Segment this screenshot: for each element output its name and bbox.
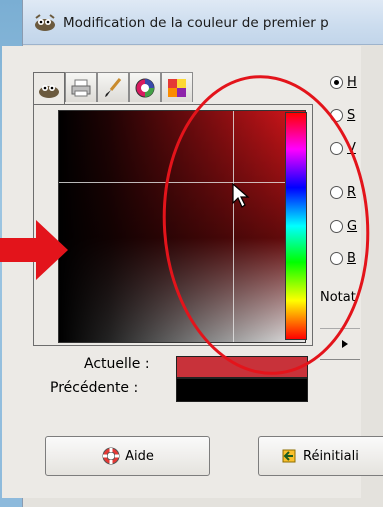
annotation-arrow — [0, 220, 68, 280]
help-button[interactable]: Aide — [45, 436, 210, 476]
previous-color-label: Précédente : — [50, 380, 139, 396]
radio-g[interactable]: G — [330, 216, 357, 236]
radio-button[interactable] — [330, 108, 343, 122]
radio-label: V — [347, 140, 356, 156]
radio-h[interactable]: H — [330, 72, 357, 92]
radio-label: B — [347, 250, 356, 266]
expander-toggle[interactable] — [320, 328, 360, 360]
current-color-label: Actuelle : — [84, 356, 150, 372]
reset-button[interactable]: Réinitiali — [258, 436, 383, 476]
sv-gradient — [59, 111, 305, 342]
radio-button[interactable] — [330, 75, 343, 89]
mouse-cursor-icon — [232, 183, 250, 208]
radio-label: G — [347, 218, 358, 234]
saturation-value-area[interactable] — [58, 110, 306, 343]
radio-r[interactable]: R — [330, 182, 356, 202]
radio-v[interactable]: V — [330, 138, 356, 158]
tab-gimp-selector[interactable] — [33, 72, 65, 104]
radio-label: S — [347, 107, 356, 123]
radio-s[interactable]: S — [330, 105, 355, 125]
tab-printer-selector[interactable] — [65, 72, 97, 102]
crosshair-vertical — [233, 111, 234, 342]
gimp-wilber-icon — [39, 84, 59, 98]
radio-button[interactable] — [330, 251, 343, 265]
radio-button[interactable] — [330, 219, 343, 233]
title-bar[interactable]: Modification de la couleur de premier p — [23, 0, 383, 45]
radio-button[interactable] — [330, 185, 343, 199]
printer-icon — [71, 79, 91, 96]
reset-icon — [282, 449, 296, 463]
hue-strip[interactable] — [285, 112, 307, 340]
triangle-right-icon — [342, 340, 348, 348]
color-wheel-icon — [135, 78, 155, 97]
previous-color-swatch[interactable] — [176, 378, 308, 402]
radio-b[interactable]: B — [330, 248, 356, 268]
tab-palette-selector[interactable] — [161, 72, 193, 102]
reset-button-label: Réinitiali — [303, 448, 359, 464]
radio-button[interactable] — [330, 141, 343, 155]
gimp-app-icon — [35, 14, 55, 31]
radio-label: H — [347, 74, 357, 90]
notation-label: Notat — [320, 290, 356, 305]
lifebuoy-icon — [102, 447, 120, 465]
current-color-swatch — [176, 356, 308, 378]
tab-brush-selector[interactable] — [97, 72, 129, 102]
tab-wheel-selector[interactable] — [129, 72, 161, 102]
palette-icon — [168, 78, 186, 97]
color-picker-frame — [33, 104, 313, 346]
paintbrush-icon — [105, 77, 122, 97]
radio-label: R — [347, 184, 357, 200]
window-title: Modification de la couleur de premier p — [63, 15, 329, 31]
help-button-label: Aide — [125, 448, 154, 464]
crosshair-horizontal — [59, 182, 305, 183]
